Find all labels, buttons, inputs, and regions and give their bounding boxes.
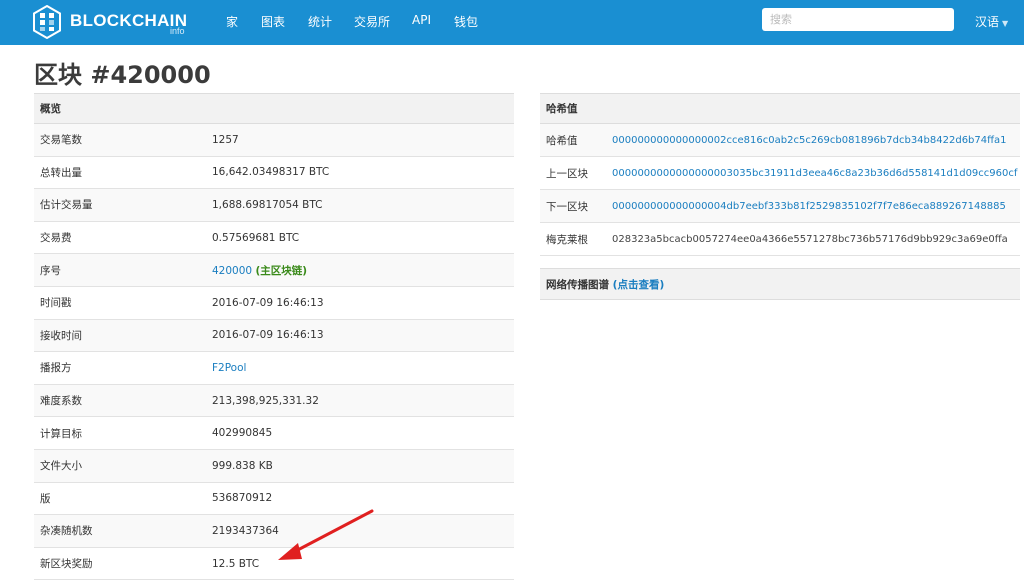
language-label: 汉语 xyxy=(975,15,1000,29)
next-block-link[interactable]: 000000000000000004db7eebf333b81f25298351… xyxy=(612,201,1006,212)
row-label: 总转出量 xyxy=(34,156,206,190)
row-label: 梅克莱根 xyxy=(540,222,606,256)
row-value: 000000000000000004db7eebf333b81f25298351… xyxy=(606,189,1020,223)
row-value: 420000 (主区块链) xyxy=(206,253,514,287)
summary-header: 概览 xyxy=(34,93,514,124)
table-row: 梅克莱根 028323a5bcacb0057274ee0a4366e5571278… xyxy=(540,222,1020,256)
table-row: 估计交易量 1,688.69817054 BTC xyxy=(34,188,514,222)
row-label: 难度系数 xyxy=(34,384,206,418)
row-label: 新区块奖励 xyxy=(34,547,206,581)
row-label: 版 xyxy=(34,482,206,516)
relayer-link[interactable]: F2Pool xyxy=(212,362,246,374)
network-propagation-label: 网络传播图谱 xyxy=(546,279,609,291)
blockchain-logo-icon xyxy=(33,5,61,39)
table-row: 时间戳 2016-07-09 16:46:13 xyxy=(34,286,514,320)
table-row: 序号 420000 (主区块链) xyxy=(34,253,514,287)
language-dropdown[interactable]: 汉语 ▼ xyxy=(975,13,1008,30)
nav-exchange[interactable]: 交易所 xyxy=(354,13,390,30)
table-row: 哈希值 000000000000000002cce816c0ab2c5c269cb… xyxy=(540,123,1020,157)
hashes-header: 哈希值 xyxy=(540,93,1020,124)
row-value: 999.838 KB xyxy=(206,449,514,483)
chevron-down-icon: ▼ xyxy=(1002,19,1009,28)
row-value: 213,398,925,331.32 xyxy=(206,384,514,418)
nav-stats[interactable]: 统计 xyxy=(308,13,332,30)
table-row: 接收时间 2016-07-09 16:46:13 xyxy=(34,319,514,353)
nav-charts[interactable]: 图表 xyxy=(261,13,285,30)
row-label: 哈希值 xyxy=(540,123,606,157)
row-value: 1,688.69817054 BTC xyxy=(206,188,514,222)
row-label: 文件大小 xyxy=(34,449,206,483)
row-value: 0.57569681 BTC xyxy=(206,221,514,255)
row-label: 上一区块 xyxy=(540,156,606,190)
hashes-table: 哈希值 哈希值 000000000000000002cce816c0ab2c5c2… xyxy=(540,93,1020,256)
table-row: 计算目标 402990845 xyxy=(34,416,514,450)
row-label: 时间戳 xyxy=(34,286,206,320)
row-label: 交易笔数 xyxy=(34,123,206,157)
row-value: 000000000000000002cce816c0ab2c5c269cb081… xyxy=(606,123,1020,157)
nav-home[interactable]: 家 xyxy=(226,13,238,30)
row-value: 2016-07-09 16:46:13 xyxy=(206,319,514,353)
row-value: 402990845 xyxy=(206,416,514,450)
search-input[interactable] xyxy=(762,8,954,31)
row-value: 1257 xyxy=(206,123,514,157)
row-label: 接收时间 xyxy=(34,319,206,353)
row-label: 估计交易量 xyxy=(34,188,206,222)
network-propagation-row: 网络传播图谱 (点击查看) xyxy=(540,268,1020,300)
nav-wallet[interactable]: 钱包 xyxy=(454,13,478,30)
brand-logo-link[interactable]: BLOCKCHAIN info xyxy=(32,5,187,39)
row-value: 0000000000000000003035bc31911d3eea46c8a2… xyxy=(606,156,1020,190)
main-chain-badge: (主区块链) xyxy=(255,264,308,277)
row-label: 播报方 xyxy=(34,351,206,385)
row-label: 交易费 xyxy=(34,221,206,255)
page-title: 区块 #420000 xyxy=(34,61,211,89)
table-row: 交易费 0.57569681 BTC xyxy=(34,221,514,255)
table-row: 总转出量 16,642.03498317 BTC xyxy=(34,156,514,190)
merkle-root-value: 028323a5bcacb0057274ee0a4366e5571278bc73… xyxy=(606,222,1020,256)
block-hash-link[interactable]: 000000000000000002cce816c0ab2c5c269cb081… xyxy=(612,135,1007,146)
table-row: 下一区块 000000000000000004db7eebf333b81f2529… xyxy=(540,189,1020,223)
table-row: 上一区块 0000000000000000003035bc31911d3eea46… xyxy=(540,156,1020,190)
row-value: F2Pool xyxy=(206,351,514,385)
row-value: 16,642.03498317 BTC xyxy=(206,156,514,190)
nav-api[interactable]: API xyxy=(412,13,431,27)
row-label: 杂凑随机数 xyxy=(34,514,206,548)
table-row: 播报方 F2Pool xyxy=(34,351,514,385)
network-propagation-link[interactable]: (点击查看) xyxy=(613,279,665,291)
top-navbar: BLOCKCHAIN info 家 图表 统计 交易所 API 钱包 汉语▼ xyxy=(0,0,1024,45)
block-height-link[interactable]: 420000 xyxy=(212,265,252,277)
table-row: 文件大小 999.838 KB xyxy=(34,449,514,483)
row-value: 2016-07-09 16:46:13 xyxy=(206,286,514,320)
row-label: 序号 xyxy=(34,253,206,287)
table-row: 交易笔数 1257 xyxy=(34,123,514,157)
brand-subtitle: info xyxy=(170,26,185,36)
previous-block-link[interactable]: 0000000000000000003035bc31911d3eea46c8a2… xyxy=(612,168,1017,179)
row-label: 下一区块 xyxy=(540,189,606,223)
row-label: 计算目标 xyxy=(34,416,206,450)
table-row: 难度系数 213,398,925,331.32 xyxy=(34,384,514,418)
red-arrow-annotation-icon xyxy=(278,509,374,560)
